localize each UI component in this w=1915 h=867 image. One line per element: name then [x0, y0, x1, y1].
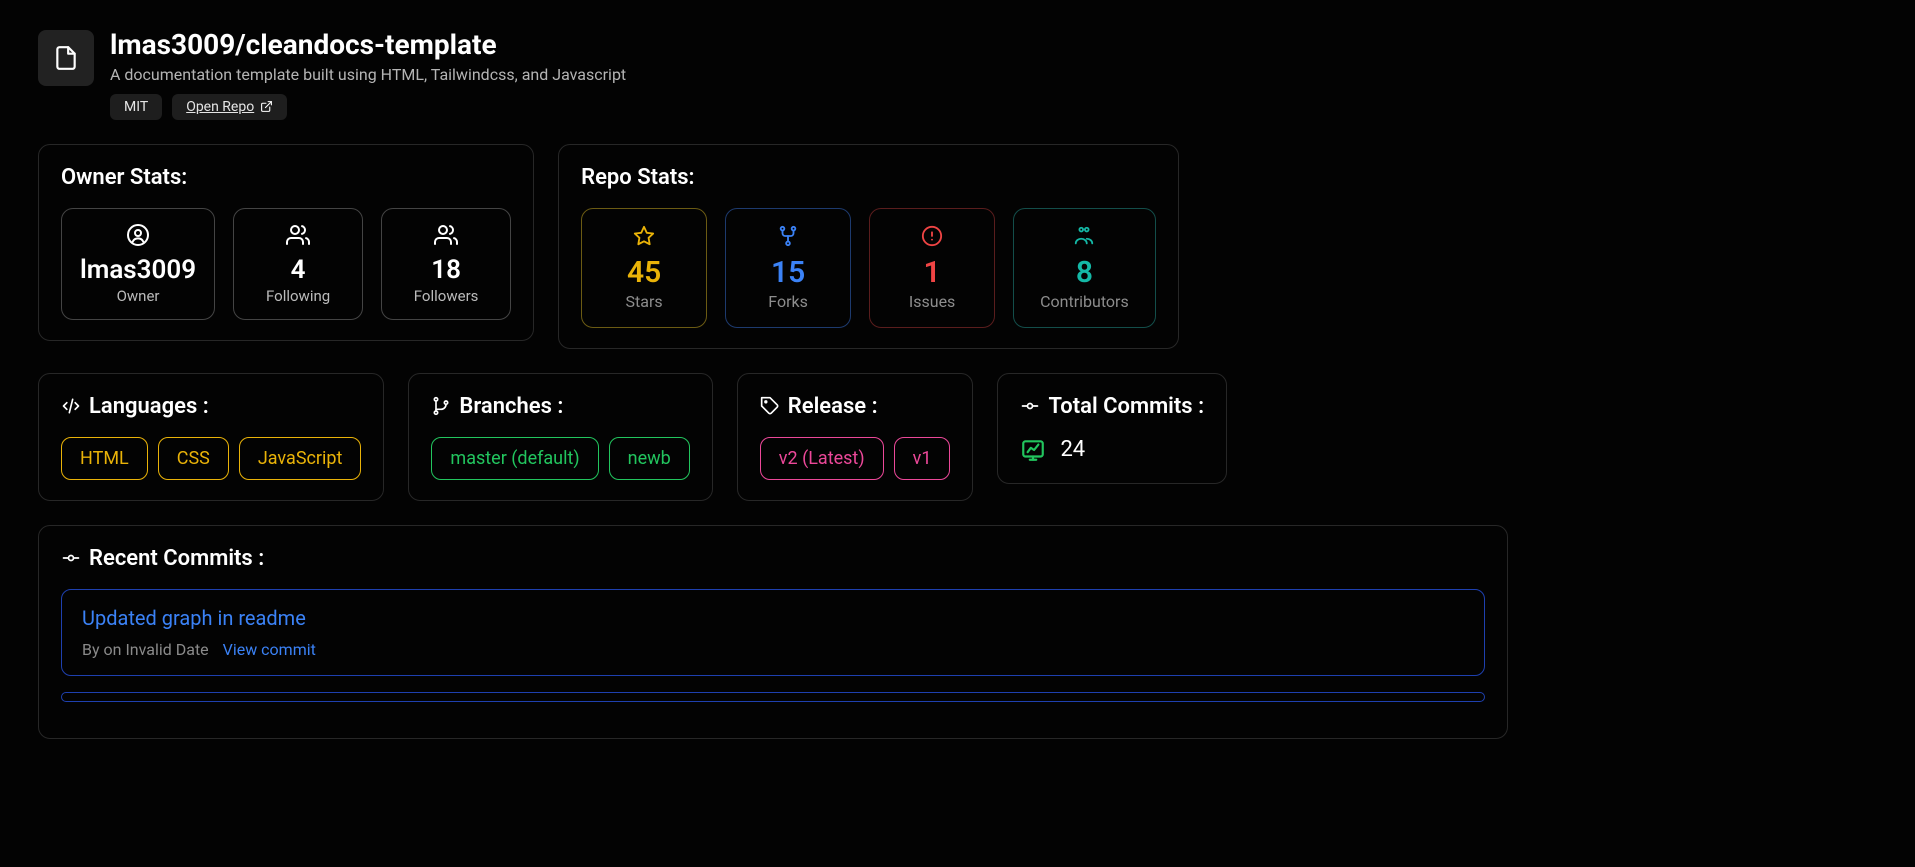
- forks-label: Forks: [768, 292, 808, 311]
- branch-tag[interactable]: newb: [609, 437, 690, 480]
- commit-icon: [1020, 396, 1040, 416]
- release-tag[interactable]: v2 (Latest): [760, 437, 884, 480]
- recent-commits-panel: Recent Commits : Updated graph in readme…: [38, 525, 1508, 739]
- open-repo-link[interactable]: Open Repo: [172, 94, 287, 120]
- forks-card: 15 Forks: [725, 208, 851, 328]
- recent-commits-title: Recent Commits :: [89, 546, 264, 571]
- following-value: 4: [291, 255, 306, 285]
- issues-label: Issues: [909, 292, 955, 311]
- view-commit-link[interactable]: View commit: [223, 640, 316, 659]
- alert-icon: [921, 225, 943, 247]
- group-icon: [1073, 225, 1095, 247]
- release-tag[interactable]: v1: [894, 437, 951, 480]
- stars-value: 45: [627, 255, 661, 290]
- owner-stats-panel: Owner Stats: lmas3009 Owner 4 Following …: [38, 144, 534, 341]
- branch-icon: [431, 396, 451, 416]
- star-icon: [633, 225, 655, 247]
- repo-header: lmas3009/cleandocs-template A documentat…: [38, 30, 1877, 120]
- branches-panel: Branches : master (default) newb: [408, 373, 712, 501]
- users-icon: [434, 223, 458, 247]
- followers-label: Followers: [414, 287, 479, 305]
- fork-icon: [777, 225, 799, 247]
- commit-card: [61, 692, 1485, 702]
- issues-value: 1: [924, 255, 941, 290]
- code-icon: [61, 396, 81, 416]
- repo-description: A documentation template built using HTM…: [110, 65, 626, 84]
- contributors-value: 8: [1076, 255, 1093, 290]
- commit-message: Updated graph in readme: [82, 606, 1464, 630]
- repo-stats-panel: Repo Stats: 45 Stars 15 Forks 1 Issues 8…: [558, 144, 1179, 349]
- following-card: 4 Following: [233, 208, 363, 320]
- total-commits-value: 24: [1060, 437, 1085, 462]
- users-icon: [286, 223, 310, 247]
- language-tag: JavaScript: [239, 437, 362, 480]
- owner-label: Owner: [117, 287, 160, 305]
- file-icon: [38, 30, 94, 86]
- contributors-card: 8 Contributors: [1013, 208, 1156, 328]
- commit-card: Updated graph in readme By on Invalid Da…: [61, 589, 1485, 676]
- repo-stats-title: Repo Stats:: [581, 165, 1156, 190]
- branch-tag[interactable]: master (default): [431, 437, 598, 480]
- languages-title: Languages :: [89, 394, 209, 419]
- contributors-label: Contributors: [1040, 292, 1129, 311]
- branches-title: Branches :: [459, 394, 563, 419]
- owner-name: lmas3009: [80, 255, 196, 285]
- forks-value: 15: [771, 255, 805, 290]
- repo-title: lmas3009/cleandocs-template: [110, 30, 626, 61]
- release-panel: Release : v2 (Latest) v1: [737, 373, 974, 501]
- issues-card: 1 Issues: [869, 208, 995, 328]
- chart-icon: [1020, 437, 1046, 463]
- repo-header-text: lmas3009/cleandocs-template A documentat…: [110, 30, 626, 120]
- following-label: Following: [266, 287, 330, 305]
- release-title: Release :: [788, 394, 878, 419]
- user-icon: [126, 223, 150, 247]
- external-link-icon: [260, 100, 273, 113]
- stars-label: Stars: [626, 292, 663, 311]
- followers-card: 18 Followers: [381, 208, 511, 320]
- license-badge: MIT: [110, 94, 162, 120]
- owner-stats-title: Owner Stats:: [61, 165, 511, 190]
- stars-card: 45 Stars: [581, 208, 707, 328]
- commit-byline: By on Invalid Date: [82, 640, 209, 659]
- language-tag: HTML: [61, 437, 148, 480]
- total-commits-title: Total Commits :: [1048, 394, 1204, 419]
- open-repo-label: Open Repo: [186, 99, 254, 115]
- languages-panel: Languages : HTML CSS JavaScript: [38, 373, 384, 501]
- tag-icon: [760, 396, 780, 416]
- owner-card: lmas3009 Owner: [61, 208, 215, 320]
- language-tag: CSS: [158, 437, 229, 480]
- followers-value: 18: [431, 255, 461, 285]
- commit-icon: [61, 548, 81, 568]
- total-commits-panel: Total Commits : 24: [997, 373, 1227, 484]
